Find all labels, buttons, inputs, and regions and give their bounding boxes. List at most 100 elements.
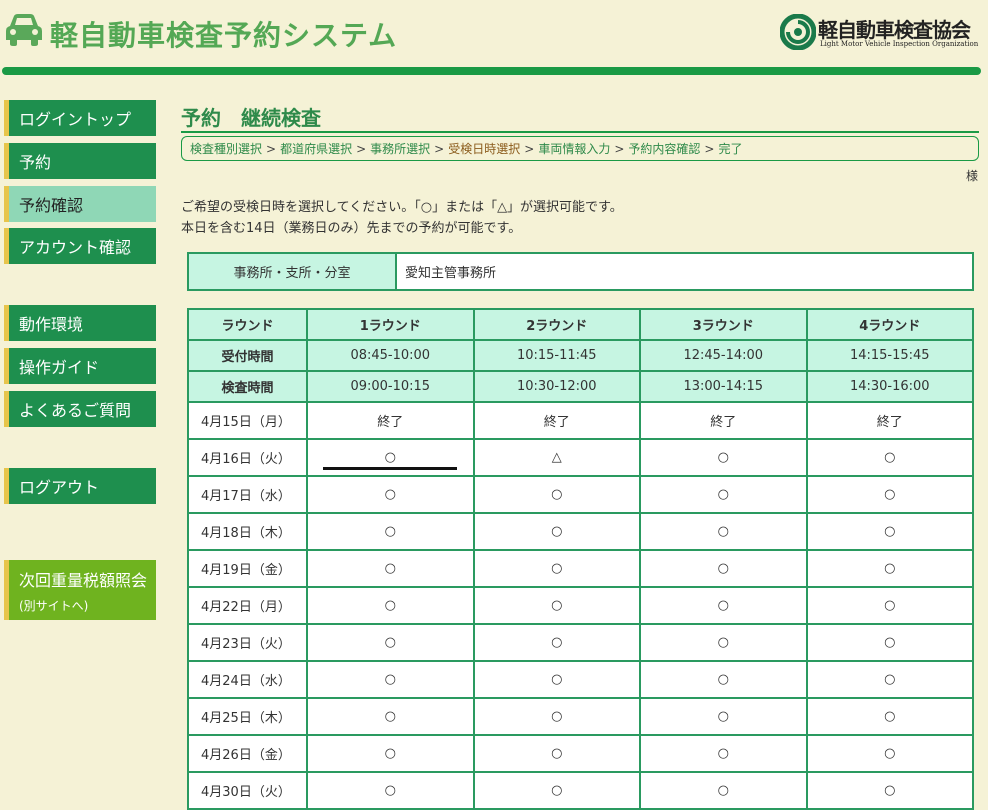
slot-available[interactable]: ○ (306, 697, 475, 736)
slot-available[interactable]: ○ (805, 549, 974, 588)
day-row: 4月17日（水） ○ ○ ○ ○ (187, 475, 974, 514)
slot-available[interactable]: ○ (639, 475, 808, 514)
slot-available[interactable]: ○ (306, 734, 475, 773)
org-subtitle: Light Motor Vehicle Inspection Organizat… (820, 40, 979, 48)
slot-available[interactable]: ○ (472, 549, 641, 588)
round-label: ラウンド (187, 308, 308, 341)
inspection-time: 10:30-12:00 (472, 370, 641, 403)
sidebar-item-faq[interactable]: よくあるご質問 (4, 391, 156, 427)
slot-available[interactable]: ○ (805, 697, 974, 736)
day-row: 4月22日（月） ○ ○ ○ ○ (187, 586, 974, 625)
slot-available[interactable]: ○ (805, 586, 974, 625)
org-name: 軽自動車検査協会 (818, 18, 971, 42)
header-divider (2, 67, 981, 75)
slot-available[interactable]: ○ (472, 586, 641, 625)
breadcrumb-step: 車両情報入力 (538, 142, 611, 156)
office-value: 愛知主管事務所 (395, 252, 974, 291)
sidebar-item-login-top[interactable]: ログイントップ (4, 100, 156, 136)
day-row: 4月18日（木） ○ ○ ○ ○ (187, 512, 974, 551)
day-date: 4月22日（月） (187, 586, 308, 625)
sidebar-item-environment[interactable]: 動作環境 (4, 305, 156, 341)
slot-available[interactable]: ○ (639, 660, 808, 699)
office-row: 事務所・支所・分室 愛知主管事務所 (187, 252, 974, 291)
slot-available[interactable]: ○ (639, 549, 808, 588)
office-label: 事務所・支所・分室 (187, 252, 397, 291)
slot-available[interactable]: ○ (306, 586, 475, 625)
slot-available[interactable]: ○ (639, 697, 808, 736)
day-row: 4月23日（火） ○ ○ ○ ○ (187, 623, 974, 662)
slot-available[interactable]: ○ (306, 660, 475, 699)
slot-available[interactable]: ○ (639, 771, 808, 810)
schedule-table: ラウンド 1ラウンド 2ラウンド 3ラウンド 4ラウンド 受付時間 08:45-… (187, 308, 974, 810)
slot-available[interactable]: ○ (472, 734, 641, 773)
slot-limited[interactable]: △ (472, 438, 641, 477)
slot-available[interactable]: ○ (805, 623, 974, 662)
instruction-line: ご希望の受検日時を選択してください。「○」または「△」が選択可能です。 (181, 200, 623, 215)
day-row: 4月19日（金） ○ ○ ○ ○ (187, 549, 974, 588)
slot-closed: 終了 (306, 401, 475, 440)
sidebar-item-guide[interactable]: 操作ガイド (4, 348, 156, 384)
slot-available[interactable]: ○ (306, 771, 475, 810)
sidebar-item-account[interactable]: アカウント確認 (4, 228, 156, 264)
breadcrumb-separator: > (356, 141, 367, 156)
sidebar-item-reservation-check[interactable]: 予約確認 (4, 186, 156, 222)
day-date: 4月30日（火） (187, 771, 308, 810)
app-title: 軽自動車検査予約システム (50, 19, 398, 52)
slot-available[interactable]: ○ (472, 512, 641, 551)
slot-available[interactable]: ○ (472, 660, 641, 699)
day-date: 4月18日（木） (187, 512, 308, 551)
slot-available[interactable]: ○ (805, 771, 974, 810)
slot-available[interactable]: ○ (805, 734, 974, 773)
day-date: 4月25日（木） (187, 697, 308, 736)
day-date: 4月24日（水） (187, 660, 308, 699)
breadcrumb-separator: > (524, 141, 535, 156)
slot-available[interactable]: ○ (472, 475, 641, 514)
slot-available[interactable]: ○ (639, 438, 808, 477)
breadcrumb-separator: > (614, 141, 625, 156)
slot-available[interactable]: ○ (306, 475, 475, 514)
slot-available[interactable]: ○ (805, 475, 974, 514)
slot-available[interactable]: ○ (306, 512, 475, 551)
slot-available[interactable]: ○ (306, 549, 475, 588)
slot-available[interactable]: ○ (639, 512, 808, 551)
sidebar-item-weight-tax[interactable]: 次回重量税額照会 (別サイトへ) (4, 560, 156, 620)
slot-available[interactable]: ○ (306, 623, 475, 662)
day-date: 4月26日（金） (187, 734, 308, 773)
slot-selection-underline (323, 467, 457, 470)
slot-closed: 終了 (805, 401, 974, 440)
slot-available[interactable]: ○ (472, 771, 641, 810)
breadcrumb-separator: > (266, 141, 277, 156)
sidebar-item-reservation[interactable]: 予約 (4, 143, 156, 179)
day-row: 4月16日（火） ○ △ ○ ○ (187, 438, 974, 477)
slot-available[interactable]: ○ (805, 660, 974, 699)
reception-time: 14:15-15:45 (805, 339, 974, 372)
day-row: 4月24日（水） ○ ○ ○ ○ (187, 660, 974, 699)
instruction-line: 本日を含む14日（業務日のみ）先までの予約が可能です。 (181, 221, 522, 236)
slot-available[interactable]: ○ (639, 623, 808, 662)
breadcrumb-step: 検査種別選択 (190, 142, 263, 156)
reception-time: 10:15-11:45 (472, 339, 641, 372)
slot-available[interactable]: ○ (805, 512, 974, 551)
page-title: 予約 継続検査 (181, 106, 321, 130)
day-row: 4月15日（月） 終了 終了 終了 終了 (187, 401, 974, 440)
slot-available[interactable]: ○ (306, 438, 475, 477)
slot-available[interactable]: ○ (472, 697, 641, 736)
breadcrumb-step: 事務所選択 (370, 142, 431, 156)
office-table: 事務所・支所・分室 愛知主管事務所 (187, 252, 974, 291)
breadcrumb-step: 都道府県選択 (280, 142, 353, 156)
reception-label: 受付時間 (187, 339, 308, 372)
day-date: 4月16日（火） (187, 438, 308, 477)
reception-time-row: 受付時間 08:45-10:00 10:15-11:45 12:45-14:00… (187, 339, 974, 372)
car-icon (6, 14, 42, 46)
slot-available[interactable]: ○ (805, 438, 974, 477)
reception-time: 12:45-14:00 (639, 339, 808, 372)
slot-available[interactable]: ○ (639, 586, 808, 625)
org-logo-icon (780, 14, 816, 50)
breadcrumb-step: 完了 (718, 142, 743, 156)
header: 軽自動車検査予約システム 軽自動車検査協会 Light Motor Vehicl… (0, 0, 988, 66)
weight-tax-sub: (別サイトへ) (19, 598, 89, 613)
slot-available[interactable]: ○ (472, 623, 641, 662)
sidebar-item-logout[interactable]: ログアウト (4, 468, 156, 504)
slot-available[interactable]: ○ (639, 734, 808, 773)
breadcrumb-separator: > (434, 141, 445, 156)
